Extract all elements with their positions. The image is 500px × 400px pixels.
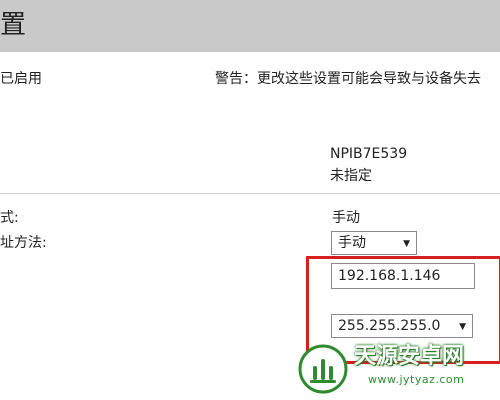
device-location: 未指定 [330,168,372,184]
warning-text: 警告：更改这些设置可能会导致与设备失去 [215,71,481,87]
config-mode-value: 手动 [332,210,360,226]
dropdown-arrow-icon: ▼ [459,322,466,332]
section-divider [0,193,500,194]
subnet-mask-select[interactable]: 255.255.255.0 ▼ [331,314,473,338]
subnet-mask-selected: 255.255.255.0 [338,318,441,334]
address-method-label: 址方法: [0,235,47,251]
ip-address-input[interactable]: 192.168.1.146 [331,263,475,289]
config-mode-label: 式: [0,210,19,226]
address-method-selected: 手动 [338,235,366,251]
header-bar: 置 [0,0,500,52]
printer-settings-page: 置 已启用 警告：更改这些设置可能会导致与设备失去 NPIB7E539 未指定 … [0,0,500,400]
page-title: 置 [0,10,27,40]
watermark: 天源安卓网 www.jytyaz.com [298,340,494,396]
address-method-select[interactable]: 手动 ▼ [331,231,417,255]
watermark-url: www.jytyaz.com [368,373,465,386]
dropdown-arrow-icon: ▼ [403,239,410,249]
watermark-name: 天源安卓网 [354,344,465,369]
device-name: NPIB7E539 [330,146,408,162]
watermark-logo-icon [298,344,348,394]
status-text: 已启用 [0,71,42,87]
